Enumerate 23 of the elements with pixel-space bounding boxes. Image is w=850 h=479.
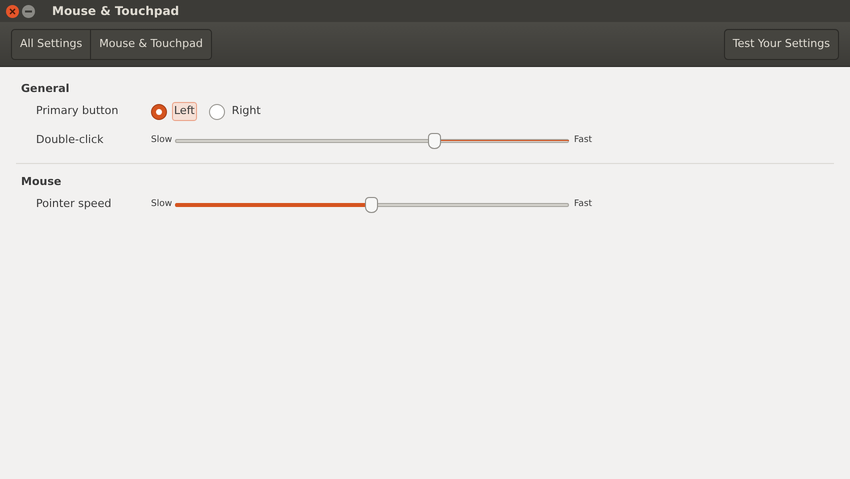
row-label: Pointer speed [36,196,112,212]
radio-button[interactable] [151,104,167,120]
slider-track[interactable] [175,132,569,150]
test-settings-button[interactable]: Test Your Settings [724,28,839,60]
radio-label: Right [230,103,262,120]
breadcrumb-button[interactable]: All Settings [12,30,90,58]
section-heading: General [20,81,70,97]
fast-label: Fast [574,134,592,147]
slow-label: Slow [151,134,174,147]
row-label: Primary button [36,103,120,120]
row-label: Double-click [36,132,105,148]
radio-label: Left [172,102,197,121]
fast-label: Fast [574,198,592,211]
window-title: Mouse & Touchpad [52,3,180,20]
slow-label: Slow [151,198,174,211]
radio-button[interactable] [208,104,225,120]
slider-track[interactable] [175,196,569,214]
slider-thumb[interactable] [428,132,442,148]
close-icon[interactable] [6,4,19,18]
breadcrumb-button[interactable]: Mouse & Touchpad [90,30,211,58]
minimize-icon[interactable] [22,4,35,18]
section-heading: Mouse [20,174,62,190]
slider-thumb[interactable] [365,196,378,212]
